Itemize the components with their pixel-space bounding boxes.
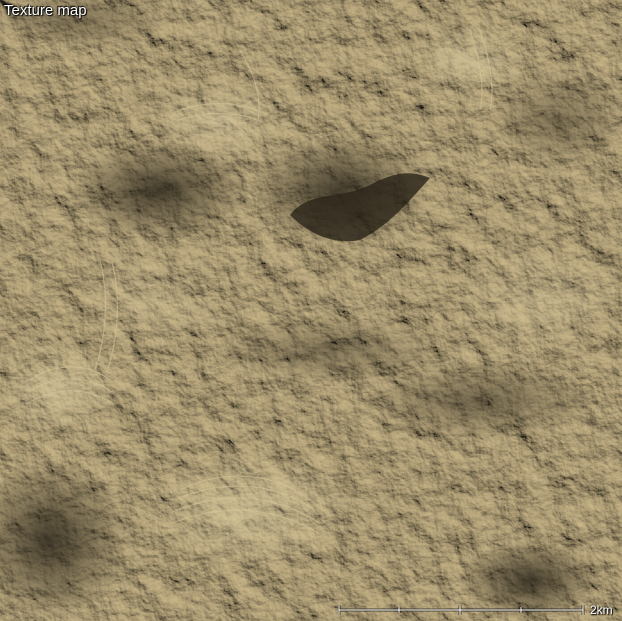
scale-bar: [338, 605, 585, 615]
scale-bar-label: 2km: [590, 603, 613, 617]
texture-map-view[interactable]: Texture map 2km: [0, 0, 622, 621]
map-title: Texture map: [4, 2, 87, 19]
terrain-texture: [0, 0, 622, 621]
